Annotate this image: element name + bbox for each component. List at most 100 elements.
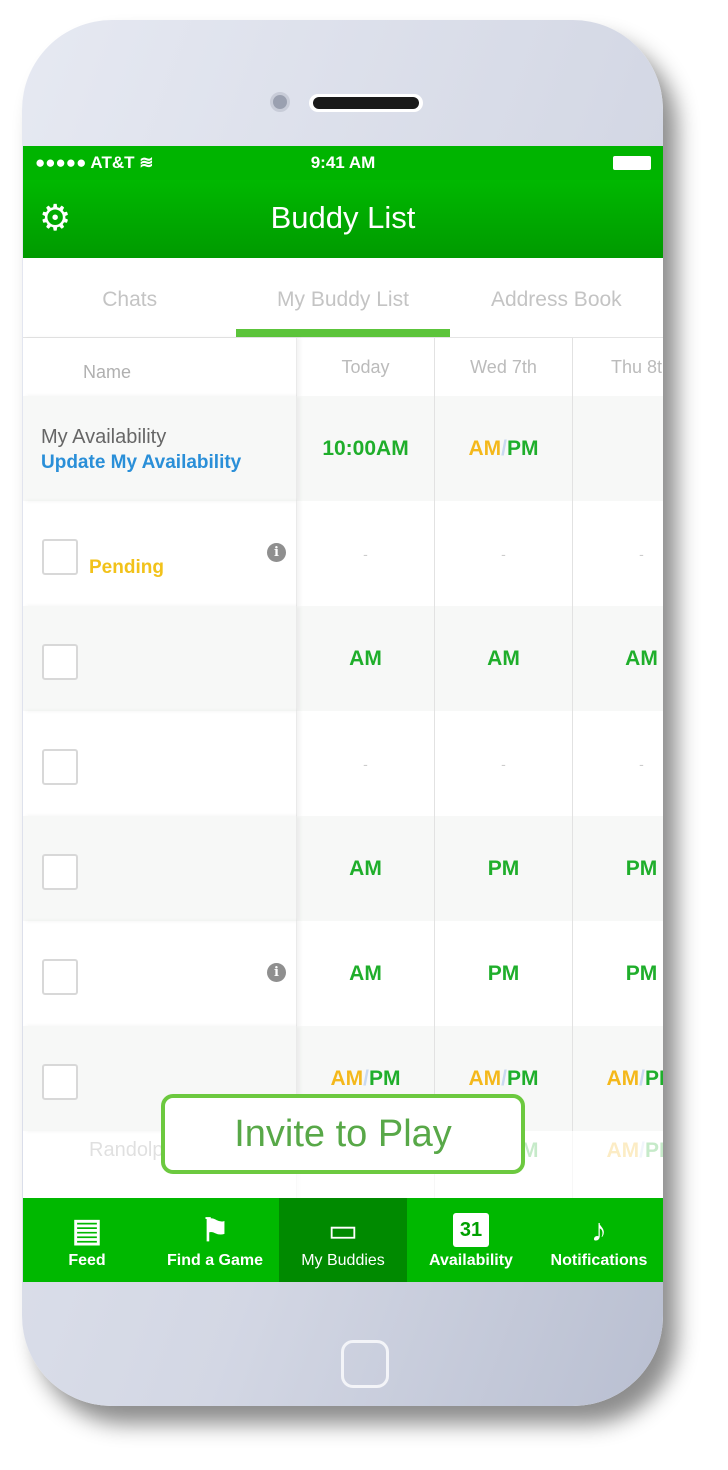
am-pm-label: AM/PM — [607, 1139, 664, 1163]
buddy-name-cell — [23, 711, 297, 816]
am-pm-label: AM/PM — [607, 1067, 664, 1091]
no-availability: - — [639, 755, 644, 772]
info-icon[interactable]: i — [267, 543, 286, 562]
availability-cell: AM — [435, 606, 573, 711]
buddy-grid: Name Today Wed 7th Thu 8th My Availabili… — [23, 338, 663, 1199]
availability-cell: AM — [297, 921, 435, 1026]
buddy-row[interactable]: --- — [23, 711, 663, 816]
availability-value: PM — [625, 961, 658, 985]
availability-value: AM — [487, 646, 520, 670]
tab-availability[interactable]: 31 Availability — [407, 1198, 535, 1282]
day-header: Wed 7th — [435, 338, 573, 396]
availability-cell: - — [573, 711, 663, 816]
select-checkbox[interactable] — [42, 1064, 78, 1100]
invite-to-play-button[interactable]: Invite to Play — [161, 1094, 525, 1174]
nav-bar: ⚙ Buddy List — [23, 180, 663, 258]
availability-cell: 10:00AM — [297, 396, 435, 501]
availability-cell: PM — [435, 816, 573, 921]
buddy-row[interactable]: AM AM AM — [23, 606, 663, 711]
speaker — [309, 94, 423, 112]
buddy-name-cell: Pending i — [23, 501, 297, 606]
availability-cell: - — [297, 501, 435, 606]
tab-feed[interactable]: ▤ Feed — [23, 1198, 151, 1282]
golf-flag-icon: ⚑ — [200, 1212, 230, 1248]
availability-cell — [573, 396, 663, 501]
calendar-icon: 31 — [407, 1208, 535, 1252]
select-checkbox[interactable] — [42, 539, 78, 575]
availability-cell: AM — [573, 606, 663, 711]
name-header: Name — [23, 338, 297, 396]
select-checkbox[interactable] — [42, 749, 78, 785]
buddy-name-cell — [23, 816, 297, 921]
segment-tabs: Chats My Buddy List Address Book — [23, 258, 663, 338]
no-availability: - — [639, 545, 644, 562]
camera — [270, 92, 290, 112]
availability-cell: - — [297, 711, 435, 816]
home-button[interactable] — [341, 1340, 389, 1388]
availability-cell: - — [573, 501, 663, 606]
availability-value: 10:00AM — [322, 436, 409, 460]
tab-find-a-game[interactable]: ⚑ Find a Game — [151, 1198, 279, 1282]
battery-icon — [613, 156, 651, 170]
buddy-name-cell: i — [23, 921, 297, 1026]
am-pm-label: AM/PM — [468, 1066, 539, 1090]
tab-label: Notifications — [550, 1252, 648, 1269]
my-availability: My Availability Update My Availability — [23, 396, 297, 501]
availability-value: AM — [349, 856, 382, 880]
bell-icon: ♪ — [591, 1212, 607, 1248]
select-checkbox[interactable] — [42, 854, 78, 890]
availability-cell: AM — [297, 816, 435, 921]
buddy-name-cell — [23, 606, 297, 711]
buddy-row[interactable]: i AM PM PM — [23, 921, 663, 1026]
page-title: Buddy List — [270, 200, 416, 235]
no-availability: - — [363, 755, 368, 772]
availability-cell: AM/PM — [435, 396, 573, 501]
my-availability-label: My Availability — [41, 426, 167, 448]
availability-cell: PM — [573, 816, 663, 921]
no-availability: - — [501, 755, 506, 772]
am-pm-label: AM/PM — [330, 1066, 401, 1090]
availability-value: PM — [487, 856, 520, 880]
tab-notifications[interactable]: ♪ Notifications — [535, 1198, 663, 1282]
bottom-tab-bar: ▤ Feed ⚑ Find a Game ▭ My Buddies 31 Availabili… — [23, 1198, 663, 1282]
select-checkbox[interactable] — [42, 644, 78, 680]
tab-label: Find a Game — [166, 1252, 264, 1269]
newspaper-icon: ▤ — [71, 1212, 103, 1248]
day-header: Today — [297, 338, 435, 396]
tab-label: Availability — [429, 1252, 513, 1269]
buddy-row[interactable]: Pending i - - - — [23, 501, 663, 606]
availability-cell: AM — [297, 606, 435, 711]
header-row: Name Today Wed 7th Thu 8th — [23, 338, 663, 396]
info-icon[interactable]: i — [267, 963, 286, 982]
no-availability: - — [501, 545, 506, 562]
availability-value: AM — [349, 961, 382, 985]
tab-label: My Buddies — [301, 1252, 385, 1269]
status-bar: ●●●●● AT&T ≋ 9:41 AM — [23, 146, 663, 180]
clock: 9:41 AM — [310, 153, 376, 172]
availability-cell: AM/PM — [573, 1131, 664, 1199]
availability-cell: PM — [573, 921, 663, 1026]
tab-my-buddies[interactable]: ▭ My Buddies — [279, 1198, 407, 1282]
buddy-row[interactable]: AM PM PM — [23, 816, 663, 921]
calendar-day: 31 — [453, 1213, 489, 1247]
availability-cell: PM — [435, 921, 573, 1026]
my-availability-row: My Availability Update My Availability 1… — [23, 396, 663, 501]
no-availability: - — [363, 545, 368, 562]
tab-label: Feed — [68, 1252, 106, 1269]
availability-value: AM — [625, 646, 658, 670]
tab-chats[interactable]: Chats — [23, 258, 236, 337]
select-checkbox[interactable] — [42, 959, 78, 995]
tab-my-buddy-list[interactable]: My Buddy List — [236, 258, 450, 337]
tab-address-book[interactable]: Address Book — [450, 258, 663, 337]
update-availability-link[interactable]: Update My Availability — [41, 452, 296, 474]
screen: ●●●●● AT&T ≋ 9:41 AM ⚙ Buddy List Chats … — [23, 146, 663, 1282]
availability-value: PM — [487, 961, 520, 985]
availability-value: PM — [625, 856, 658, 880]
day-header: Thu 8th — [573, 338, 663, 396]
availability-cell: AM/PM — [573, 1026, 664, 1131]
pending-status: Pending — [89, 557, 164, 578]
availability-cell: - — [435, 711, 573, 816]
availability-value: AM — [349, 646, 382, 670]
am-pm-label: AM/PM — [468, 436, 539, 460]
chat-bubble-icon: ▭ — [327, 1212, 359, 1248]
